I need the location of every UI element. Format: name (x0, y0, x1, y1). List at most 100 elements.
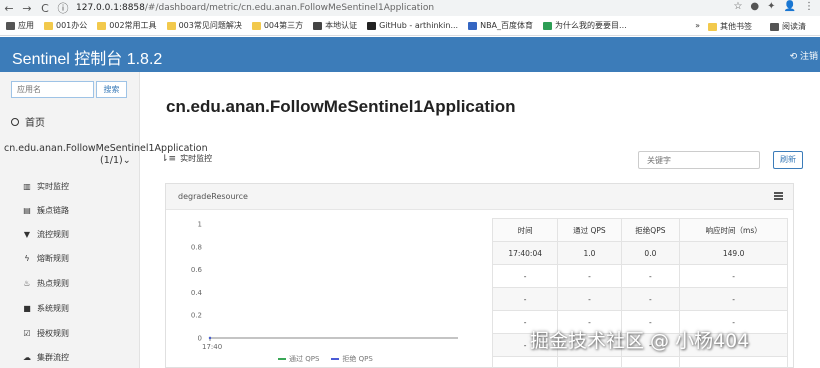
bookmark-folder[interactable]: 004第三方 (251, 20, 303, 31)
bookmark-apps[interactable]: 应用 (6, 20, 34, 31)
app-name[interactable]: cn.edu.anan.FollowMeSentinel1Application (4, 142, 208, 155)
puzzle-icon[interactable]: ✦ (767, 1, 775, 12)
table-cell: - (491, 356, 559, 368)
table-cell: - (491, 287, 559, 311)
logout-icon: ⟲ (789, 52, 800, 62)
info-icon[interactable]: ⓘ (54, 0, 72, 16)
bookmark-github[interactable]: GitHub - arthinkin... (367, 21, 458, 30)
chevron-down-icon: ⌄ (122, 155, 131, 166)
legend-item-block[interactable]: 拒绝 QPS (331, 354, 373, 364)
bookmark-local-auth[interactable]: 本地认证 (313, 20, 357, 31)
sidebar-item-realtime[interactable]: ▥ 实时监控 (23, 181, 69, 192)
legend-block-swatch (331, 358, 340, 360)
table-cell: - (679, 264, 788, 288)
table-cell: 1.0 (557, 241, 622, 265)
bookmark-folder[interactable]: 001办公 (44, 20, 87, 31)
github-icon (367, 21, 377, 30)
table-cell: 17:40:04 (491, 241, 559, 265)
app-header: Sentinel 控制台 1.8.2 ⟲ 注销 (0, 37, 820, 72)
check-circle-icon: ☑ (23, 328, 31, 338)
bookmark-more[interactable]: » (695, 21, 700, 32)
back-icon[interactable]: ← (0, 2, 18, 15)
realtime-heading: ⇂≡ 实时监控 (161, 153, 213, 164)
chart-legend: 通过 QPS 拒绝 QPS (278, 354, 373, 364)
search-button[interactable]: 搜索 (96, 81, 127, 98)
column-header: 拒绝QPS (620, 218, 681, 242)
refresh-button[interactable]: 刷新 (773, 151, 803, 169)
sidebar-item-degrade-rules[interactable]: ϟ 熔断规则 (23, 253, 69, 264)
star-icon[interactable]: ☆ (733, 1, 742, 12)
gear-icon (313, 21, 323, 30)
address-bar[interactable]: 127.0.0.1:8858/#/dashboard/metric/cn.edu… (76, 3, 434, 13)
table-row: ---- (491, 264, 788, 288)
sidebar-item-flow-rules[interactable]: ▼ 流控规则 (23, 229, 69, 240)
table-header-row: 时间 通过 QPS 拒绝QPS 响应时间（ms） (491, 218, 788, 242)
table-cell: - (557, 264, 622, 288)
folder-icon (44, 21, 53, 30)
x-tick-label: 17:40 (202, 343, 222, 351)
sidebar-item-system-rules[interactable]: ■ 系统规则 (23, 303, 69, 314)
y-tick-label: 0.2 (191, 312, 202, 320)
sidebar-item-hotspot-rules[interactable]: ♨ 热点规则 (23, 278, 69, 289)
app-count[interactable]: (1/1)⌄ (100, 155, 131, 166)
series-point (208, 336, 212, 340)
logout-button[interactable]: ⟲ 注销 (790, 49, 818, 62)
y-tick-label: 1 (198, 221, 202, 229)
table-row: ---- (491, 356, 788, 368)
menu-icon[interactable] (774, 192, 783, 200)
forward-icon[interactable]: → (18, 2, 36, 15)
sidebar-item-auth-rules[interactable]: ☑ 授权规则 (23, 328, 69, 339)
app-title[interactable]: Sentinel 控制台 1.8.2 (12, 45, 162, 69)
site-icon (543, 21, 553, 30)
sort-icon: ⇂≡ (161, 153, 177, 164)
bookmarks-bar: 应用 001办公 002常用工具 003常见问题解决 004第三方 本地认证 G… (0, 16, 820, 36)
bar-chart-icon: ▥ (23, 181, 31, 191)
folder-icon (708, 22, 717, 31)
lightning-icon: ϟ (24, 253, 30, 263)
bookmark-nba[interactable]: NBA_百度体育 (468, 20, 533, 31)
url-path: /#/dashboard/metric/cn.edu.anan.FollowMe… (144, 3, 435, 13)
reload-icon[interactable]: C (36, 2, 54, 15)
table-cell: 149.0 (679, 241, 788, 265)
more-icon[interactable]: ⋮ (804, 1, 814, 12)
table-cell: - (620, 356, 681, 368)
table-cell: - (620, 264, 681, 288)
column-header: 时间 (491, 218, 559, 242)
y-tick-label: 0.6 (191, 266, 203, 274)
table-cell: - (557, 356, 622, 368)
qps-chart: 1 0.8 0.6 0.4 0.2 017:40 (191, 221, 458, 351)
lock-icon: ■ (23, 303, 31, 313)
app-search-input[interactable] (11, 81, 94, 98)
fire-icon: ♨ (23, 278, 31, 288)
sidebar-item-cluster-link[interactable]: ▤ 簇点链路 (23, 205, 69, 216)
bookmark-folder[interactable]: 002常用工具 (97, 20, 157, 31)
legend-item-pass[interactable]: 通过 QPS (278, 354, 319, 364)
browser-toolbar: ← → C ⓘ 127.0.0.1:8858/#/dashboard/metri… (0, 0, 820, 16)
table-cell: 0.0 (620, 241, 681, 265)
sidebar-item-cluster-flow[interactable]: ☁ 集群流控 (23, 352, 69, 363)
table-cell: - (679, 356, 788, 368)
sidebar: 搜索 首页 cn.edu.anan.FollowMeSentinel1Appli… (0, 72, 208, 368)
bookmark-other[interactable]: 其他书签 (708, 21, 752, 32)
panel-header: degradeResource (166, 184, 793, 210)
column-header: 通过 QPS (557, 218, 622, 242)
home-icon (11, 117, 19, 126)
table-cell: - (620, 287, 681, 311)
bookmark-folder[interactable]: 003常见问题解决 (166, 20, 242, 31)
table-cell: - (557, 287, 622, 311)
bookmark-reading-list[interactable]: 阅读清 (770, 21, 806, 32)
nba-icon (468, 21, 478, 30)
folder-icon (166, 21, 176, 30)
table-row: ---- (491, 287, 788, 311)
extension-icon[interactable]: ● (750, 1, 759, 12)
url-host: 127.0.0.1:8858 (76, 3, 145, 13)
table-row: 17:40:04 1.0 0.0 149.0 (491, 241, 788, 265)
table-cell: - (491, 264, 559, 288)
bookmark-article[interactable]: 为什么我的要要目... (543, 20, 627, 31)
legend-pass-swatch (278, 358, 286, 360)
profile-icon[interactable]: 👤 (784, 1, 796, 12)
keyword-input[interactable] (638, 151, 760, 169)
cloud-icon: ☁ (23, 352, 31, 362)
sidebar-item-home[interactable]: 首页 (11, 114, 45, 129)
resource-name: degradeResource (178, 192, 248, 201)
